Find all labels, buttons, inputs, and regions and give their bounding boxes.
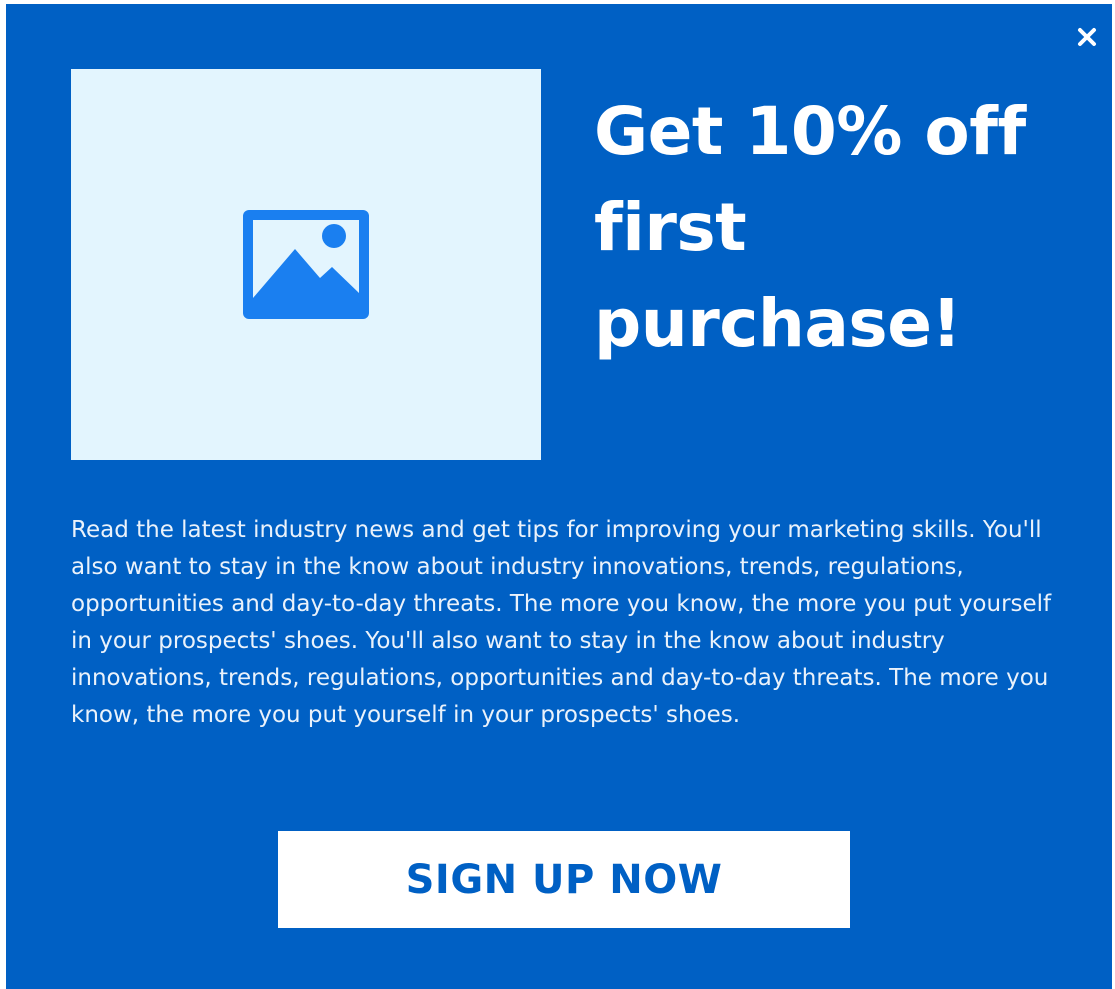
body-copy: Read the latest industry news and get ti…: [71, 517, 1052, 728]
headline: Get 10% off first purchase!: [594, 93, 1026, 362]
close-icon: [1078, 28, 1096, 46]
close-button[interactable]: [1072, 22, 1102, 52]
image-placeholder: [71, 69, 541, 460]
image-placeholder-icon: [243, 210, 369, 319]
sign-up-button[interactable]: SIGN UP NOW: [278, 831, 850, 928]
popup-modal: Get 10% off first purchase! Read the lat…: [6, 4, 1112, 989]
